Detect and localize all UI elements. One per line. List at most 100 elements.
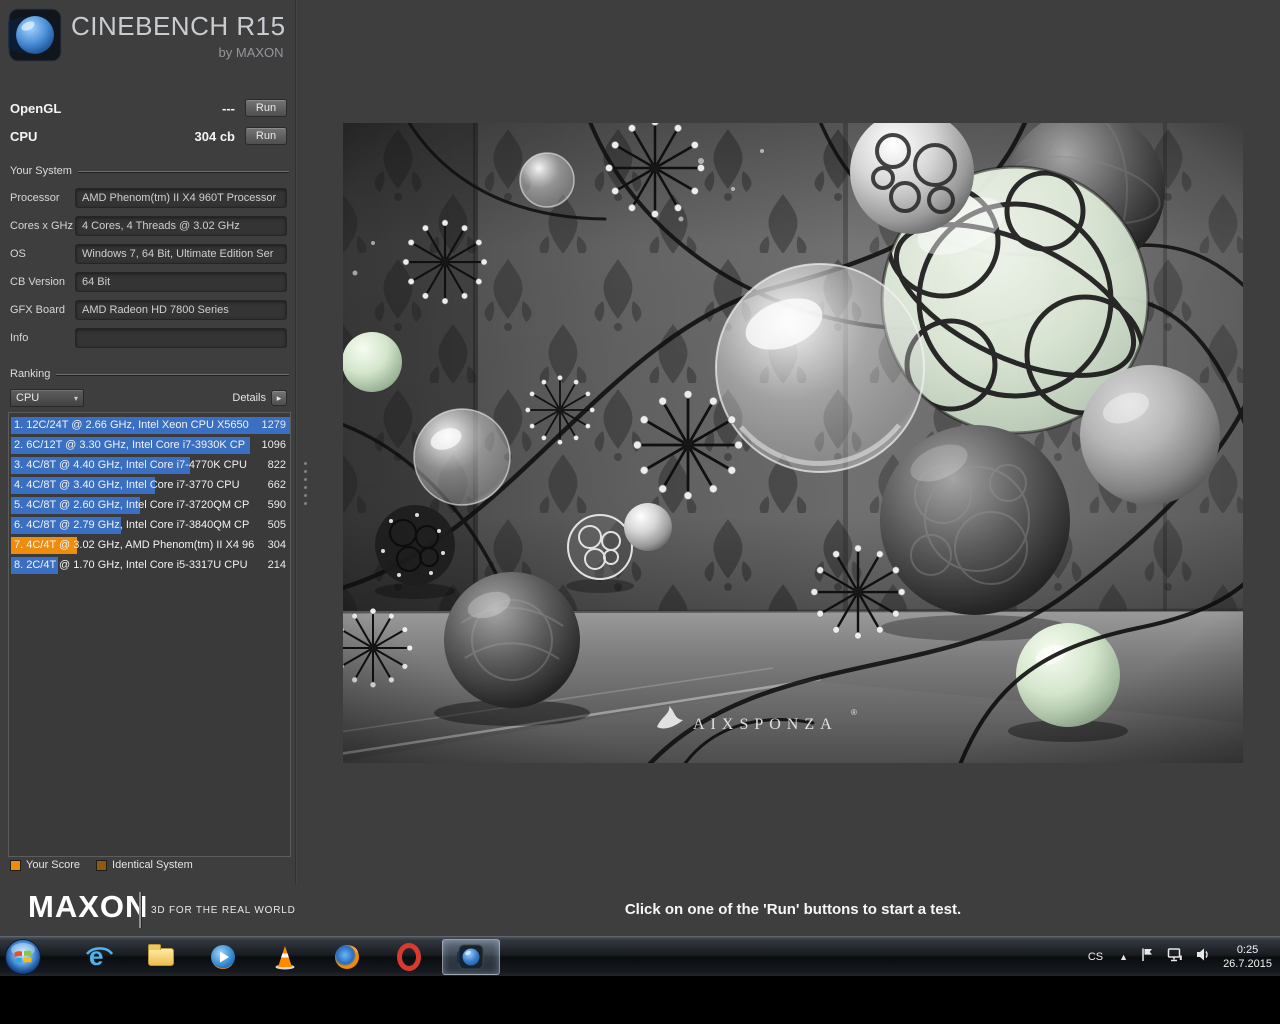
chevron-down-icon: ▾: [74, 394, 78, 403]
cinebench-logo-icon: [8, 8, 62, 62]
app-title: CINEBENCH R15: [71, 11, 286, 42]
ranking-row-label: 7. 4C/4T @ 3.02 GHz, AMD Phenom(tm) II X…: [14, 539, 254, 551]
opera-icon: [395, 943, 423, 971]
opengl-label: OpenGL: [10, 101, 222, 116]
opengl-run-button[interactable]: Run: [245, 99, 287, 117]
ranking-filter-dropdown[interactable]: CPU ▾: [10, 389, 84, 407]
legend-your-score: Your Score: [10, 859, 80, 871]
taskbar-firefox[interactable]: [318, 939, 376, 975]
cinebench-taskbar-icon: [457, 943, 485, 971]
start-button[interactable]: [4, 938, 42, 976]
taskbar-media-player[interactable]: [194, 939, 252, 975]
opengl-score: ---: [222, 101, 235, 116]
opengl-benchmark-row: OpenGL --- Run: [10, 98, 287, 118]
ranking-row[interactable]: 6. 4C/8T @ 2.79 GHz, Intel Core i7-3840Q…: [10, 516, 289, 536]
cores-ghz-value: 4 Cores, 4 Threads @ 3.02 GHz: [82, 220, 240, 232]
ranking-row-your-score[interactable]: 7. 4C/4T @ 3.02 GHz, AMD Phenom(tm) II X…: [10, 536, 289, 556]
your-score-legend-label: Your Score: [26, 859, 80, 871]
details-button[interactable]: ▸: [271, 390, 287, 406]
clock-date: 26.7.2015: [1223, 957, 1272, 971]
cb-version-label: CB Version: [10, 276, 75, 288]
ranking-row-score: 1096: [262, 439, 286, 451]
windows-logo-icon: [4, 938, 42, 976]
ranking-row[interactable]: 2. 6C/12T @ 3.30 GHz, Intel Core i7-3930…: [10, 436, 289, 456]
system-field-row: Processor AMD Phenom(tm) II X4 960T Proc…: [10, 188, 287, 208]
taskbar-cinebench[interactable]: [442, 939, 500, 975]
system-field-row: OS Windows 7, 64 Bit, Ultimate Edition S…: [10, 244, 287, 264]
details-label: Details: [232, 392, 266, 404]
cpu-run-button[interactable]: Run: [245, 127, 287, 145]
taskbar-vlc[interactable]: [256, 939, 314, 975]
ranking-row[interactable]: 5. 4C/8T @ 2.60 GHz, Intel Core i7-3720Q…: [10, 496, 289, 516]
ranking-row[interactable]: 1. 12C/24T @ 2.66 GHz, Intel Xeon CPU X5…: [10, 416, 289, 436]
internet-explorer-icon: e: [85, 943, 113, 971]
render-viewport: AIXSPONZA ®: [343, 123, 1243, 763]
system-tray: CS ▲ 0: [1084, 937, 1272, 976]
ranking-row-label: 2. 6C/12T @ 3.30 GHz, Intel Core i7-3930…: [14, 439, 245, 451]
vlc-cone-icon: [271, 943, 299, 971]
gfx-board-field[interactable]: AMD Radeon HD 7800 Series: [75, 300, 287, 320]
identical-system-legend-label: Identical System: [112, 859, 193, 871]
ranking-row-label: 3. 4C/8T @ 4.40 GHz, Intel Core i7-4770K…: [14, 459, 247, 471]
taskbar-clock[interactable]: 0:25 26.7.2015: [1223, 943, 1272, 971]
action-center-flag-icon[interactable]: [1140, 947, 1155, 967]
cinebench-side-panel: CINEBENCH R15 by MAXON OpenGL --- Run CP…: [0, 0, 295, 884]
ranking-filter-value: CPU: [16, 392, 39, 404]
ranking-row-label: 6. 4C/8T @ 2.79 GHz, Intel Core i7-3840Q…: [14, 519, 249, 531]
ranking-row-label: 5. 4C/8T @ 2.60 GHz, Intel Core i7-3720Q…: [14, 499, 249, 511]
cores-ghz-field[interactable]: 4 Cores, 4 Threads @ 3.02 GHz: [75, 216, 287, 236]
cb-version-field[interactable]: 64 Bit: [75, 272, 287, 292]
processor-label: Processor: [10, 192, 75, 204]
ranking-row[interactable]: 4. 4C/8T @ 3.40 GHz, Intel Core i7-3770 …: [10, 476, 289, 496]
ranking-row-score: 1279: [262, 419, 286, 431]
os-label: OS: [10, 248, 75, 260]
taskbar-opera[interactable]: [380, 939, 438, 975]
folder-icon: [148, 948, 174, 966]
system-field-row: Cores x GHz 4 Cores, 4 Threads @ 3.02 GH…: [10, 216, 287, 236]
legend-identical-system: Identical System: [96, 859, 193, 871]
system-field-row: CB Version 64 Bit: [10, 272, 287, 292]
taskbar-pinned-apps: e: [70, 937, 504, 976]
ranking-list: 1. 12C/24T @ 2.66 GHz, Intel Xeon CPU X5…: [8, 412, 291, 857]
maxon-logo: MAXON: [28, 889, 148, 925]
system-field-row: Info: [10, 328, 287, 348]
render-scene: AIXSPONZA ®: [343, 123, 1243, 763]
ranking-row-score: 214: [268, 559, 286, 571]
your-score-swatch: [10, 860, 21, 871]
windows-taskbar: e: [0, 936, 1280, 976]
panel-splitter-handle[interactable]: [302, 462, 308, 510]
ranking-row-score: 505: [268, 519, 286, 531]
taskbar-windows-explorer[interactable]: [132, 939, 190, 975]
firefox-icon: [333, 943, 361, 971]
maxon-tagline: 3D FOR THE REAL WORLD: [151, 905, 296, 916]
ranking-section-label: Ranking: [10, 368, 50, 380]
os-value: Windows 7, 64 Bit, Ultimate Edition Ser: [82, 248, 273, 260]
cpu-benchmark-row: CPU 304 cb Run: [10, 126, 287, 146]
cb-version-value: 64 Bit: [82, 276, 110, 288]
ranking-section-header: Ranking: [10, 368, 289, 380]
show-hidden-icons-button[interactable]: ▲: [1119, 952, 1128, 962]
gfx-board-value: AMD Radeon HD 7800 Series: [82, 304, 229, 316]
panel-divider: [295, 0, 297, 884]
ranking-row-score: 590: [268, 499, 286, 511]
processor-value: AMD Phenom(tm) II X4 960T Processor: [82, 192, 276, 204]
ranking-row[interactable]: 8. 2C/4T @ 1.70 GHz, Intel Core i5-3317U…: [10, 556, 289, 576]
network-icon[interactable]: [1167, 947, 1183, 967]
screen-letterbox: [0, 976, 1280, 1024]
clock-time: 0:25: [1223, 943, 1272, 957]
volume-icon[interactable]: [1195, 947, 1211, 967]
language-indicator[interactable]: CS: [1084, 949, 1107, 965]
ranking-row[interactable]: 3. 4C/8T @ 4.40 GHz, Intel Core i7-4770K…: [10, 456, 289, 476]
media-player-icon: [209, 943, 237, 971]
status-message: Click on one of the 'Run' buttons to sta…: [343, 901, 1243, 918]
ranking-row-label: 8. 2C/4T @ 1.70 GHz, Intel Core i5-3317U…: [14, 559, 248, 571]
your-system-section-label: Your System: [10, 165, 72, 177]
info-field[interactable]: [75, 328, 287, 348]
taskbar-internet-explorer[interactable]: e: [70, 939, 128, 975]
ranking-row-label: 4. 4C/8T @ 3.40 GHz, Intel Core i7-3770 …: [14, 479, 240, 491]
ranking-row-score: 304: [268, 539, 286, 551]
chevron-right-icon: ▸: [277, 393, 282, 404]
processor-field[interactable]: AMD Phenom(tm) II X4 960T Processor: [75, 188, 287, 208]
ranking-row-score: 662: [268, 479, 286, 491]
os-field[interactable]: Windows 7, 64 Bit, Ultimate Edition Ser: [75, 244, 287, 264]
